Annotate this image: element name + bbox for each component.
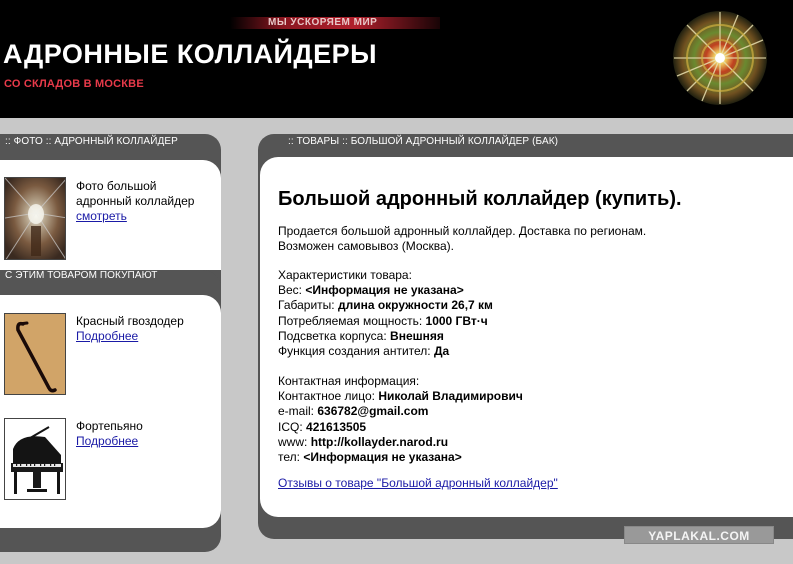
spec-value: 1000 ГВт·ч	[425, 313, 488, 328]
crowbar-photo[interactable]	[4, 313, 66, 395]
related-section-title: С ЭТИМ ТОВАРОМ ПОКУПАЮТ	[5, 270, 158, 281]
contact-value: <Информация не указана>	[303, 450, 462, 465]
spec-row: Вес: <Информация не указана>	[278, 283, 464, 298]
view-photo-link[interactable]: смотреть	[76, 209, 127, 223]
contact-row: тел: <Информация не указана>	[278, 450, 462, 465]
watermark: YAPLAKAL.COM	[624, 526, 774, 544]
contact-value: 636782@gmail.com	[317, 404, 429, 419]
spec-row: Потребляемая мощность: 1000 ГВт·ч	[278, 313, 488, 328]
spec-row: Функция создания антител: Да	[278, 344, 450, 359]
crowbar-details-link[interactable]: Подробнее	[76, 329, 184, 344]
breadcrumb: :: ТОВАРЫ :: БОЛЬШОЙ АДРОННЫЙ КОЛЛАЙДЕР …	[288, 136, 559, 147]
contact-value: http://kollayder.narod.ru	[310, 434, 449, 449]
description-line: Продается большой адронный коллайдер. До…	[278, 224, 647, 238]
site-title[interactable]: АДРОННЫЕ КОЛЛАЙДЕРЫ	[3, 38, 377, 70]
collider-tunnel-photo[interactable]	[4, 177, 66, 260]
piano-name: Фортепьяно	[76, 419, 143, 433]
spec-value: <Информация не указана>	[305, 283, 464, 298]
reviews-link[interactable]: Отзывы о товаре "Большой адронный коллай…	[278, 476, 558, 491]
contact-row: ICQ: 421613505	[278, 419, 367, 434]
spec-value: Да	[433, 344, 450, 359]
contacts-title: Контактная информация:	[278, 374, 420, 388]
related-item-piano: Фортепьяно Подробнее	[76, 419, 143, 449]
photo-item-text: Фото большой адронный коллайдер смотреть	[76, 179, 196, 224]
product-specs: Характеристики товара: Вес: <Информация …	[278, 268, 493, 359]
spec-row: Габариты: длина окружности 26,7 км	[278, 298, 493, 313]
spec-row: Подсветка корпуса: Внешняя	[278, 328, 444, 343]
site-tagline: МЫ УСКОРЯЕМ МИР	[268, 17, 378, 28]
contact-info: Контактная информация: Контактное лицо: …	[278, 374, 523, 465]
product-description: Продается большой адронный коллайдер. До…	[278, 224, 646, 254]
related-item-crowbar: Красный гвоздодер Подробнее	[76, 314, 184, 344]
photo-section-title: :: ФОТО :: АДРОННЫЙ КОЛЛАЙДЕР	[5, 136, 178, 147]
contact-row: Контактное лицо: Николай Владимирович	[278, 389, 523, 404]
piano-photo[interactable]	[4, 418, 66, 500]
page-title: Большой адронный коллайдер (купить).	[278, 188, 682, 210]
contact-row: e-mail: 636782@gmail.com	[278, 404, 429, 419]
contact-row: www: http://kollayder.narod.ru	[278, 434, 449, 449]
spec-value: Внешняя	[390, 328, 444, 343]
crowbar-name: Красный гвоздодер	[76, 314, 184, 328]
contact-value: Николай Владимирович	[378, 389, 523, 404]
specs-title: Характеристики товара:	[278, 268, 412, 282]
photo-item-label: Фото большой адронный коллайдер	[76, 179, 195, 208]
spec-value: длина окружности 26,7 км	[337, 298, 493, 313]
piano-details-link[interactable]: Подробнее	[76, 434, 143, 449]
site-subtitle: СО СКЛАДОВ В МОСКВЕ	[4, 78, 144, 90]
description-line: Возможен самовывоз (Москва).	[278, 239, 455, 254]
contact-value: 421613505	[306, 419, 367, 434]
collider-logo-icon[interactable]	[670, 0, 770, 118]
site-header: МЫ УСКОРЯЕМ МИР АДРОННЫЕ КОЛЛАЙДЕРЫ СО С…	[0, 0, 793, 118]
